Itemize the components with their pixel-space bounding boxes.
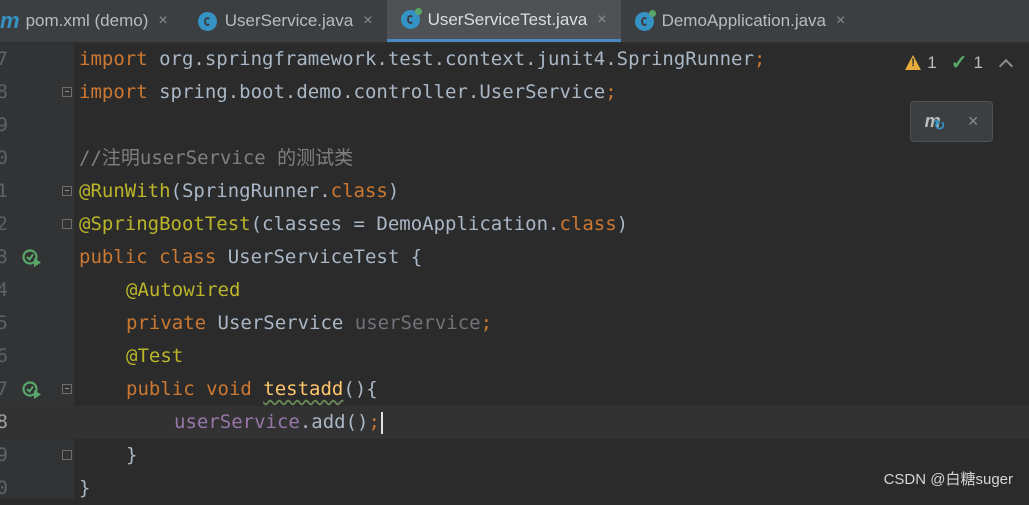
line-number: 0: [0, 477, 8, 499]
code-line[interactable]: 2 @SpringBootTest(classes = DemoApplicat…: [0, 208, 1029, 241]
tab-label: DemoApplication.java: [661, 11, 826, 30]
maven-reload-popup: m ×: [910, 101, 993, 142]
line-number: 7: [0, 48, 8, 70]
ok-count: 1: [973, 52, 983, 72]
fold-marker[interactable]: [62, 87, 72, 97]
code-line[interactable]: 0 //注明userService 的测试类: [0, 142, 1029, 175]
code-line[interactable]: 9 }: [0, 439, 1029, 472]
chevron-up-icon[interactable]: [998, 58, 1014, 73]
java-test-class-icon: [400, 8, 422, 29]
maven-icon: m: [0, 8, 20, 33]
code-text: public void testadd(){: [126, 378, 378, 400]
fold-marker[interactable]: [62, 450, 72, 460]
run-test-icon[interactable]: [22, 380, 42, 400]
fold-marker[interactable]: [62, 384, 72, 394]
fold-marker[interactable]: [62, 186, 72, 196]
code-line[interactable]: 9: [0, 109, 1029, 142]
close-icon[interactable]: ×: [597, 11, 606, 29]
tab-demoapplication-java[interactable]: DemoApplication.java ×: [621, 0, 860, 42]
line-number: 4: [0, 279, 8, 301]
line-number: 2: [0, 213, 8, 235]
line-number: 1: [0, 180, 8, 202]
close-icon[interactable]: ×: [158, 12, 167, 30]
line-number: 9: [0, 114, 8, 136]
code-line[interactable]: 4 @Autowired: [0, 274, 1029, 307]
code-line[interactable]: 3 public class UserServiceTest {: [0, 241, 1029, 274]
code-text: private UserService userService;: [126, 312, 493, 334]
close-icon[interactable]: ×: [968, 111, 979, 132]
code-text: public class UserServiceTest {: [79, 246, 423, 268]
code-text: }: [126, 444, 138, 466]
close-icon[interactable]: ×: [836, 12, 845, 30]
code-line[interactable]: 0 }: [0, 472, 1029, 505]
close-icon[interactable]: ×: [363, 12, 372, 30]
code-text: }: [79, 477, 91, 499]
java-class-icon: [197, 11, 217, 31]
code-line[interactable]: 7 import org.springframework.test.contex…: [0, 43, 1029, 76]
warning-icon: [905, 55, 922, 70]
tab-label: UserServiceTest.java: [427, 9, 588, 29]
tab-label: pom.xml (demo): [25, 11, 149, 30]
warning-count: 1: [927, 52, 937, 72]
watermark: CSDN @白糖suger: [883, 471, 1013, 488]
code-line[interactable]: 5 private UserService userService;: [0, 307, 1029, 340]
code-text: import spring.boot.demo.controller.UserS…: [79, 81, 617, 103]
run-test-icon[interactable]: [22, 248, 42, 268]
tab-userservice-java[interactable]: UserService.java ×: [182, 0, 387, 42]
code-line[interactable]: 8 import spring.boot.demo.controller.Use…: [0, 76, 1029, 109]
checkmark-icon: ✓: [950, 52, 968, 74]
line-number: 8: [0, 81, 8, 103]
line-number: 3: [0, 246, 8, 268]
code-editor[interactable]: 7 import org.springframework.test.contex…: [0, 43, 1029, 499]
tab-label: UserService.java: [224, 11, 354, 30]
spring-boot-class-icon: [634, 9, 656, 31]
code-text: @SpringBootTest(classes = DemoApplicatio…: [79, 213, 629, 235]
text-caret: [380, 411, 383, 434]
line-number: 6: [0, 345, 8, 367]
code-text: @Autowired: [126, 279, 241, 301]
tab-pom-xml[interactable]: m pom.xml (demo) ×: [0, 0, 182, 42]
line-number: 8: [0, 411, 8, 433]
code-text: import org.springframework.test.context.…: [79, 48, 766, 70]
line-number: 7: [0, 378, 8, 400]
code-line-current[interactable]: 8 userService.add();: [0, 406, 1029, 439]
line-number: 0: [0, 147, 8, 169]
code-line[interactable]: 7 public void testadd(){: [0, 373, 1029, 406]
code-text: @Test: [126, 345, 184, 367]
code-comment: //注明userService 的测试类: [79, 147, 354, 169]
code-line[interactable]: 1 @RunWith(SpringRunner.class): [0, 175, 1029, 208]
line-number: 5: [0, 312, 8, 334]
maven-reload-icon[interactable]: m: [925, 111, 946, 134]
editor-tab-bar: m pom.xml (demo) × UserService.java × Us…: [0, 0, 1029, 43]
code-line[interactable]: 6 @Test: [0, 340, 1029, 373]
inspection-widget[interactable]: 1 ✓ 1: [905, 50, 1014, 75]
fold-marker[interactable]: [62, 219, 72, 229]
code-text: userService.add();: [174, 406, 383, 439]
tab-userservicetest-java[interactable]: UserServiceTest.java ×: [386, 0, 621, 42]
code-text: @RunWith(SpringRunner.class): [79, 180, 400, 202]
line-number: 9: [0, 444, 8, 466]
